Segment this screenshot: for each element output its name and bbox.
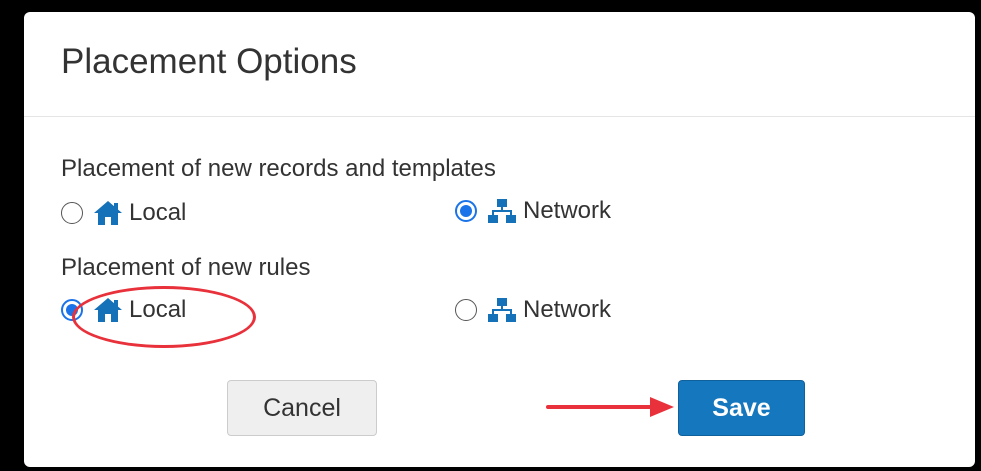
rules-local-label: Local: [129, 296, 187, 323]
placement-options-dialog: Placement Options Placement of new recor…: [24, 12, 975, 467]
records-placement-label: Placement of new records and templates: [61, 155, 496, 182]
screenshot-frame: Placement Options Placement of new recor…: [0, 0, 981, 471]
dialog-title: Placement Options: [61, 42, 357, 81]
rules-network-radio-option[interactable]: Network: [455, 295, 611, 325]
records-network-radio[interactable]: [455, 200, 477, 222]
records-local-radio-option[interactable]: Local: [61, 198, 186, 228]
cancel-button[interactable]: Cancel: [227, 380, 377, 436]
records-network-radio-option[interactable]: Network: [455, 196, 611, 226]
records-network-label: Network: [523, 197, 612, 224]
save-button[interactable]: Save: [678, 380, 805, 436]
records-local-radio[interactable]: [61, 202, 83, 224]
rules-network-label: Network: [523, 296, 612, 323]
sitemap-icon: [487, 297, 517, 323]
dialog-header: Placement Options: [24, 12, 975, 117]
annotation-arrow-icon: [546, 397, 674, 417]
rules-network-radio[interactable]: [455, 299, 477, 321]
home-icon: [93, 297, 123, 323]
home-icon: [93, 200, 123, 226]
rules-local-radio-option[interactable]: Local: [61, 295, 186, 325]
records-local-label: Local: [129, 199, 187, 226]
rules-local-radio[interactable]: [61, 299, 83, 321]
rules-placement-label: Placement of new rules: [61, 254, 311, 281]
sitemap-icon: [487, 198, 517, 224]
